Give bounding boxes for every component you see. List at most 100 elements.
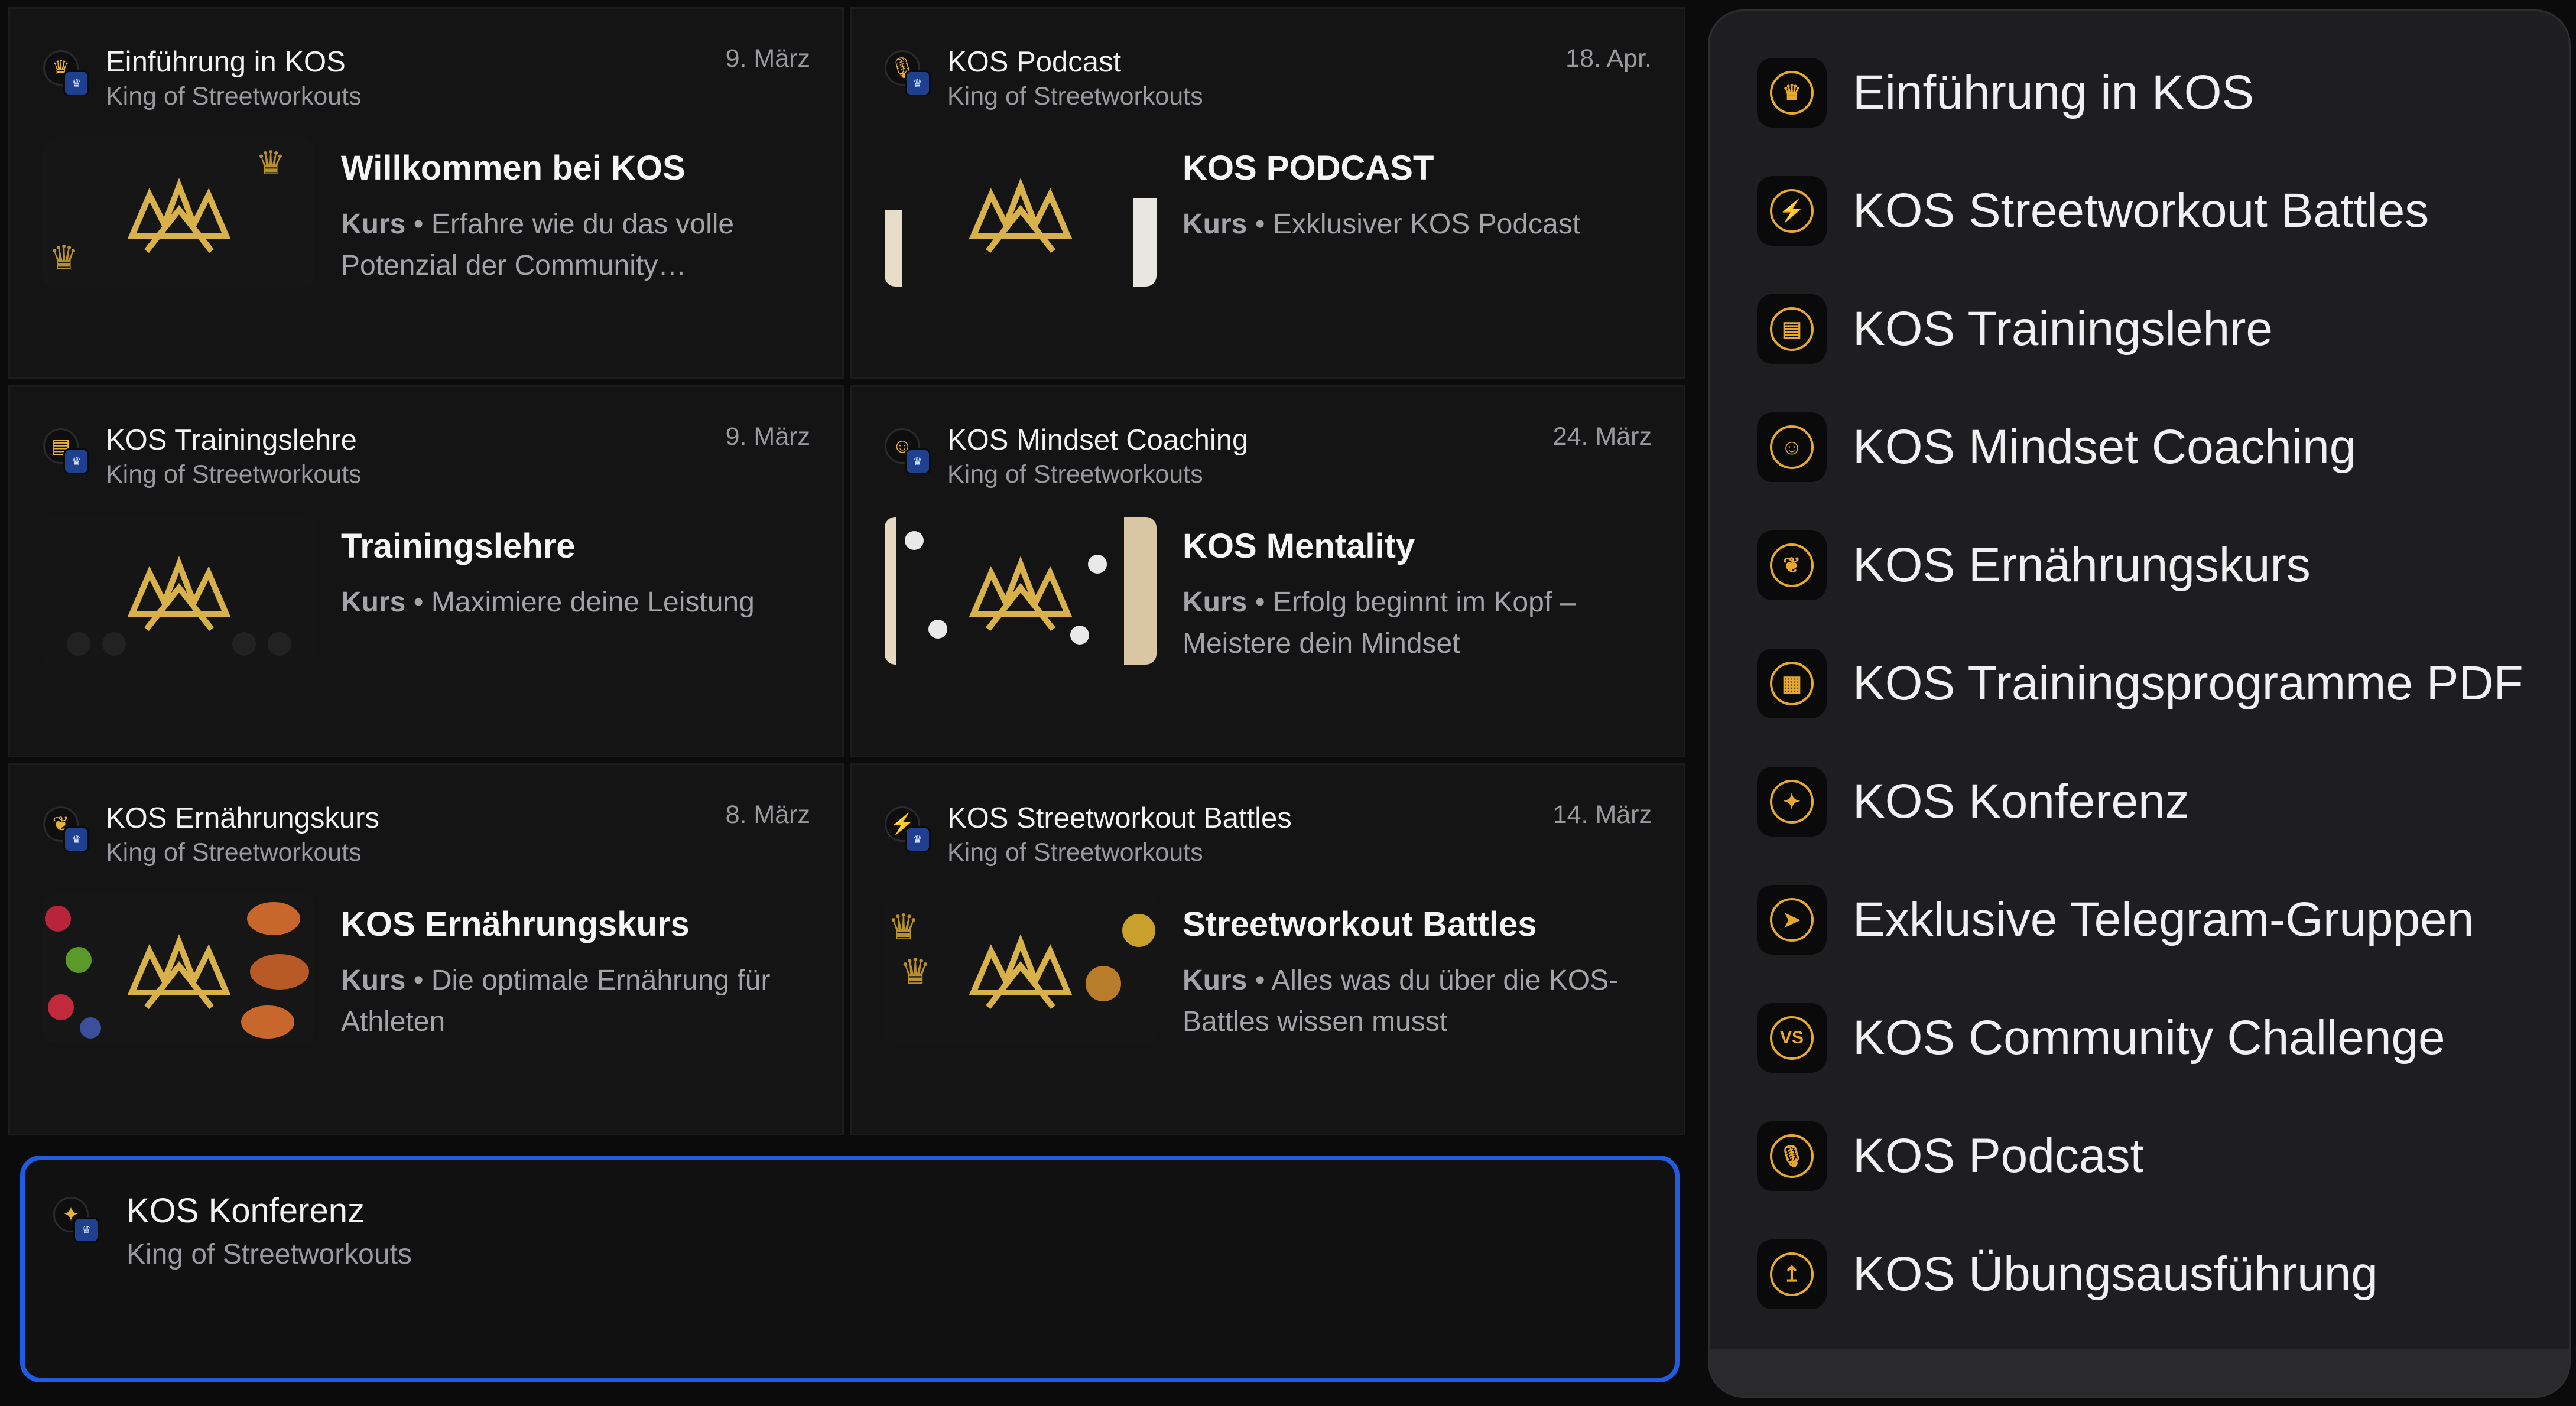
post-title: KOS Ernährungskurs [341, 905, 690, 943]
card-title: KOS Trainingslehre [106, 424, 357, 456]
card-date: 14. März [1552, 800, 1652, 829]
post-text: Exklusiver KOS Podcast [1272, 209, 1581, 240]
card-title: KOS Konferenz [126, 1192, 365, 1230]
menu-item-label: KOS Mindset Coaching [1853, 420, 2357, 474]
card-title: KOS Streetworkout Battles [947, 802, 1292, 834]
leaf-icon: ❦ ♛ [43, 806, 89, 852]
course-card[interactable]: ❦ ♛ KOS Ernährungskurs King of Streetwork… [8, 763, 844, 1135]
post-description: Kurs • Exklusiver KOS Podcast [1183, 204, 1655, 245]
card-date: 9. März [725, 422, 810, 451]
card-subtitle: King of Streetworkouts [106, 82, 362, 110]
post-description: Kurs • Erfolg beginnt im Kopf – Meistere… [1183, 582, 1655, 665]
card-title: KOS Podcast [947, 46, 1122, 78]
course-card[interactable]: 🎙 ♛ KOS Podcast King of Streetworkouts 18… [850, 7, 1685, 379]
menu-item-label: KOS Konferenz [1853, 774, 2190, 828]
menu-item-telegram[interactable]: ➤ Exklusive Telegram-Gruppen [1757, 878, 2549, 961]
post-description: Kurs • Alles was du über die KOS-Battles… [1183, 960, 1655, 1043]
course-thumbnail[interactable] [885, 139, 1157, 287]
separator: • [405, 209, 431, 240]
separator: • [1247, 209, 1273, 240]
card-subtitle: King of Streetworkouts [947, 82, 1203, 110]
course-thumbnail[interactable]: ♛ ♛ [885, 895, 1157, 1043]
microphone-icon: 🎙 [1757, 1121, 1827, 1191]
menu-item-label: KOS Trainingslehre [1853, 302, 2273, 356]
course-card[interactable]: ♛ ♛ Einführung in KOS King of Streetworko… [8, 7, 844, 379]
course-grid: ♛ ♛ Einführung in KOS King of Streetworko… [8, 7, 1687, 1135]
post-type: Kurs [1183, 587, 1248, 618]
panel-footer-bar [1710, 1349, 2569, 1396]
menu-item-ernaehrung[interactable]: ❦ KOS Ernährungskurs [1757, 524, 2549, 607]
post-type: Kurs [1183, 209, 1248, 240]
card-date: 9. März [725, 44, 810, 73]
menu-item-challenge[interactable]: VS KOS Community Challenge [1757, 997, 2549, 1079]
leaf-icon: ❦ [1757, 530, 1827, 600]
menu-item-label: KOS Podcast [1853, 1129, 2144, 1183]
post-title: Streetworkout Battles [1183, 905, 1537, 943]
post-text: Maximiere deine Leistung [431, 587, 755, 618]
card-date: 8. März [725, 800, 810, 829]
selected-course-card[interactable]: ✦ ♛ KOS Konferenz King of Streetworkouts [20, 1156, 1680, 1382]
exercise-icon: ↥ [1757, 1239, 1827, 1309]
svg-text:♛: ♛ [49, 239, 79, 277]
menu-item-trainingsprogramme[interactable]: ▦ KOS Trainingsprogramme PDF [1757, 642, 2549, 725]
post-description: Kurs • Erfahre wie du das volle Potenzia… [341, 204, 814, 287]
course-card[interactable]: ☺ ♛ KOS Mindset Coaching King of Streetwo… [850, 385, 1685, 757]
menu-item-label: KOS Streetworkout Battles [1853, 184, 2429, 237]
svg-text:♛: ♛ [256, 144, 285, 183]
card-title: Einführung in KOS [106, 46, 346, 78]
document-icon: ▦ [1757, 649, 1827, 718]
menu-item-uebungsausfuehrung[interactable]: ↥ KOS Übungsausführung [1757, 1233, 2549, 1316]
menu-item-trainingslehre[interactable]: ▤ KOS Trainingslehre [1757, 288, 2549, 370]
separator: • [405, 965, 431, 996]
card-subtitle: King of Streetworkouts [106, 838, 362, 867]
menu-item-label: Exklusive Telegram-Gruppen [1853, 893, 2474, 946]
card-subtitle: King of Streetworkouts [947, 460, 1203, 489]
course-thumbnail[interactable] [43, 517, 315, 665]
microphone-icon: 🎙 ♛ [885, 50, 931, 96]
separator: • [405, 587, 431, 618]
conference-icon: ✦ [1757, 767, 1827, 837]
menu-item-einfuehrung[interactable]: ♛ Einführung in KOS [1757, 51, 2549, 134]
course-card[interactable]: ⚡ ♛ KOS Streetworkout Battles King of Str… [850, 763, 1685, 1135]
separator: • [1247, 587, 1273, 618]
course-thumbnail[interactable] [43, 895, 315, 1043]
card-title: KOS Mindset Coaching [947, 424, 1249, 456]
menu-item-mindset[interactable]: ☺ KOS Mindset Coaching [1757, 406, 2549, 489]
post-title: Willkommen bei KOS [341, 149, 686, 187]
card-subtitle: King of Streetworkouts [947, 838, 1203, 867]
separator: • [1247, 965, 1272, 996]
post-title: KOS PODCAST [1183, 149, 1434, 187]
post-description: Kurs • Maximiere deine Leistung [341, 582, 814, 623]
training-plan-icon: ▤ ♛ [43, 428, 89, 474]
post-title: Trainingslehre [341, 527, 576, 565]
lightning-icon: ⚡ [1757, 176, 1827, 246]
course-thumbnail[interactable] [885, 517, 1157, 665]
menu-item-label: KOS Übungsausführung [1853, 1247, 2378, 1301]
post-type: Kurs [341, 587, 406, 618]
card-title: KOS Ernährungskurs [106, 802, 379, 834]
post-type: Kurs [341, 965, 406, 996]
conference-icon: ✦ ♛ [53, 1197, 99, 1243]
course-thumbnail[interactable]: ♛ ♛ [43, 139, 315, 287]
brain-icon: ☺ [1757, 412, 1827, 482]
post-type: Kurs [341, 209, 406, 240]
crown-icon: ♛ ♛ [43, 50, 89, 96]
post-description: Kurs • Die optimale Ernährung für Athlet… [341, 960, 814, 1043]
menu-item-battles[interactable]: ⚡ KOS Streetworkout Battles [1757, 170, 2549, 252]
brain-icon: ☺ ♛ [885, 428, 931, 474]
course-menu-panel: ♛ Einführung in KOS ⚡ KOS Streetworkout Ba… [1708, 9, 2571, 1398]
post-title: KOS Mentality [1183, 527, 1415, 565]
telegram-icon: ➤ [1757, 885, 1827, 955]
menu-item-label: KOS Community Challenge [1853, 1011, 2445, 1065]
menu-item-konferenz[interactable]: ✦ KOS Konferenz [1757, 760, 2549, 843]
versus-icon: VS [1757, 1003, 1827, 1073]
course-card[interactable]: ▤ ♛ KOS Trainingslehre King of Streetwork… [8, 385, 844, 757]
lightning-icon: ⚡ ♛ [885, 806, 931, 852]
menu-item-label: KOS Ernährungskurs [1853, 538, 2311, 592]
menu-item-label: Einführung in KOS [1853, 66, 2255, 119]
card-subtitle: King of Streetworkouts [126, 1239, 412, 1270]
card-subtitle: King of Streetworkouts [106, 460, 362, 489]
svg-text:♛: ♛ [899, 951, 931, 992]
svg-text:♛: ♛ [888, 907, 920, 948]
menu-item-podcast[interactable]: 🎙 KOS Podcast [1757, 1115, 2549, 1197]
